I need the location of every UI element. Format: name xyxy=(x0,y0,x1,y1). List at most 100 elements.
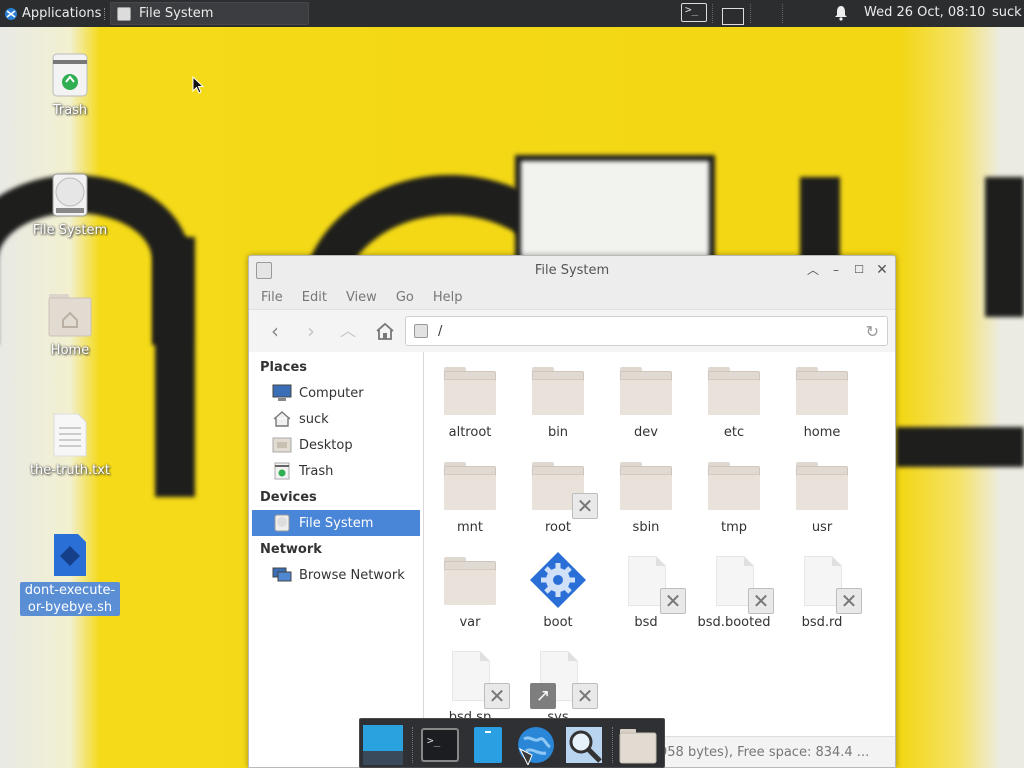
file-item-usr[interactable]: usr xyxy=(776,457,868,535)
text-file-icon xyxy=(53,413,87,457)
maximize-button[interactable]: ☐ xyxy=(852,263,866,277)
folder-icon xyxy=(444,557,496,607)
no-access-badge-icon: ✕ xyxy=(484,683,510,709)
reload-icon[interactable]: ↻ xyxy=(866,322,879,341)
top-panel: Applications File System Wed 26 Oct, 08:… xyxy=(0,0,1024,27)
desktop-icon-script[interactable]: dont-execute-or-byebye.sh xyxy=(20,532,120,616)
network-icon xyxy=(272,567,292,582)
file-item-bin[interactable]: bin xyxy=(512,362,604,440)
desktop-icon-label: Trash xyxy=(52,103,88,118)
file-item-boot[interactable]: boot xyxy=(512,552,604,630)
forward-button[interactable]: › xyxy=(300,320,322,342)
folder-icon xyxy=(796,367,848,417)
file-item-name: etc xyxy=(723,425,745,440)
window-titlebar[interactable]: File System ︿ – ☐ ✕ xyxy=(249,256,895,285)
sidebar-item-browse-network[interactable]: Browse Network xyxy=(252,562,420,588)
desktop-icon-file-system[interactable]: File System xyxy=(20,172,120,239)
minimize-button[interactable]: – xyxy=(829,263,843,277)
file-item-name: boot xyxy=(543,615,573,630)
workspace-switcher[interactable] xyxy=(722,8,744,25)
folder-icon xyxy=(444,367,496,417)
file-item-name: dev xyxy=(634,425,658,440)
web-browser-icon[interactable] xyxy=(516,725,556,765)
menu-edit[interactable]: Edit xyxy=(302,290,327,305)
home-folder-icon xyxy=(48,294,92,337)
file-item-name: mnt xyxy=(457,520,483,535)
svg-text:>_: >_ xyxy=(427,734,441,747)
folder-icon[interactable] xyxy=(618,725,658,765)
file-item-mnt[interactable]: mnt xyxy=(424,457,516,535)
clock[interactable]: Wed 26 Oct, 08:10 xyxy=(864,5,985,20)
sidebar-item-trash[interactable]: Trash xyxy=(252,458,420,484)
menu-go[interactable]: Go xyxy=(396,290,414,305)
file-item-bsd-booted[interactable]: ✕ bsd.booted xyxy=(688,552,780,630)
terminal-tray-icon[interactable] xyxy=(681,3,707,22)
no-access-badge-icon: ✕ xyxy=(572,493,598,519)
taskbar-window-button[interactable]: File System xyxy=(110,2,309,25)
terminal-icon[interactable]: >_ xyxy=(420,725,460,765)
sidebar-item-label: suck xyxy=(299,411,329,427)
home-icon xyxy=(273,411,291,427)
file-item-bsd[interactable]: ✕ bsd xyxy=(600,552,692,630)
home-button[interactable] xyxy=(374,320,396,342)
sidebar-header-places: Places xyxy=(260,360,308,375)
taskbar-window-label: File System xyxy=(139,6,214,21)
sidebar-item-file-system[interactable]: File System xyxy=(252,510,420,536)
show-desktop-icon[interactable] xyxy=(363,725,403,765)
menu-file[interactable]: File xyxy=(261,290,283,305)
file-item-tmp[interactable]: tmp xyxy=(688,457,780,535)
file-manager-window: File System ︿ – ☐ ✕ File Edit View Go He… xyxy=(248,255,896,768)
dock-separator xyxy=(412,727,413,763)
back-button[interactable]: ‹ xyxy=(264,320,286,342)
sidebar-item-label: Desktop xyxy=(299,437,353,453)
up-button[interactable]: ︿ xyxy=(337,320,359,342)
file-item-altroot[interactable]: altroot xyxy=(424,362,516,440)
user-menu[interactable]: suck xyxy=(992,5,1022,20)
executable-gear-icon xyxy=(530,552,586,608)
location-path: / xyxy=(438,323,443,339)
shade-button[interactable]: ︿ xyxy=(806,263,820,277)
file-item-root[interactable]: ✕ root xyxy=(512,457,604,535)
file-item-home[interactable]: home xyxy=(776,362,868,440)
file-item-var[interactable]: var xyxy=(424,552,516,630)
file-item-name: sbin xyxy=(632,520,660,535)
file-item-sbin[interactable]: sbin xyxy=(600,457,692,535)
applications-menu-button[interactable]: Applications xyxy=(0,0,114,27)
file-item-bsd-sp[interactable]: ✕ bsd.sp xyxy=(424,647,516,725)
sidebar-item-label: Browse Network xyxy=(299,567,405,583)
desktop-icon-label: the-truth.txt xyxy=(29,463,111,478)
file-item-dev[interactable]: dev xyxy=(600,362,692,440)
desktop-icon-label: dont-execute-or-byebye.sh xyxy=(20,582,120,616)
close-button[interactable]: ✕ xyxy=(875,263,889,277)
trash-icon xyxy=(52,53,88,97)
computer-icon xyxy=(272,384,292,401)
sidebar-item-desktop[interactable]: Desktop xyxy=(252,432,420,458)
sidebar-item-computer[interactable]: Computer xyxy=(252,380,420,406)
desktop-icon-the-truth[interactable]: the-truth.txt xyxy=(20,412,120,479)
desktop-icon-home[interactable]: Home xyxy=(20,292,120,359)
panel-separator xyxy=(782,4,783,23)
drive-icon xyxy=(52,173,88,217)
menu-help[interactable]: Help xyxy=(433,290,463,305)
panel-separator xyxy=(712,4,713,23)
drive-icon xyxy=(414,324,428,338)
notification-bell-icon[interactable] xyxy=(834,5,848,21)
symlink-badge-icon: ↗ xyxy=(530,683,556,709)
file-item-name: altroot xyxy=(448,425,492,440)
file-item-bsd-rd[interactable]: ✕ bsd.rd xyxy=(776,552,868,630)
file-manager-icon[interactable] xyxy=(468,725,508,765)
file-item-etc[interactable]: etc xyxy=(688,362,780,440)
desktop-icon-trash[interactable]: Trash xyxy=(20,52,120,119)
folder-icon xyxy=(708,462,760,512)
location-bar[interactable]: / ↻ xyxy=(405,316,888,346)
file-item-sys[interactable]: ↗ ✕ sys xyxy=(512,647,604,725)
menu-bar: File Edit View Go Help xyxy=(249,285,895,310)
folder-icon xyxy=(532,367,584,417)
desktop-folder-icon xyxy=(272,437,292,453)
file-item-name: bsd.booted xyxy=(697,615,771,630)
app-finder-search-icon[interactable] xyxy=(564,725,604,765)
sidebar-item-suck[interactable]: suck xyxy=(252,406,420,432)
menu-view[interactable]: View xyxy=(346,290,377,305)
toolbar: ‹ › ︿ / ↻ xyxy=(249,310,895,352)
folder-icon xyxy=(444,462,496,512)
